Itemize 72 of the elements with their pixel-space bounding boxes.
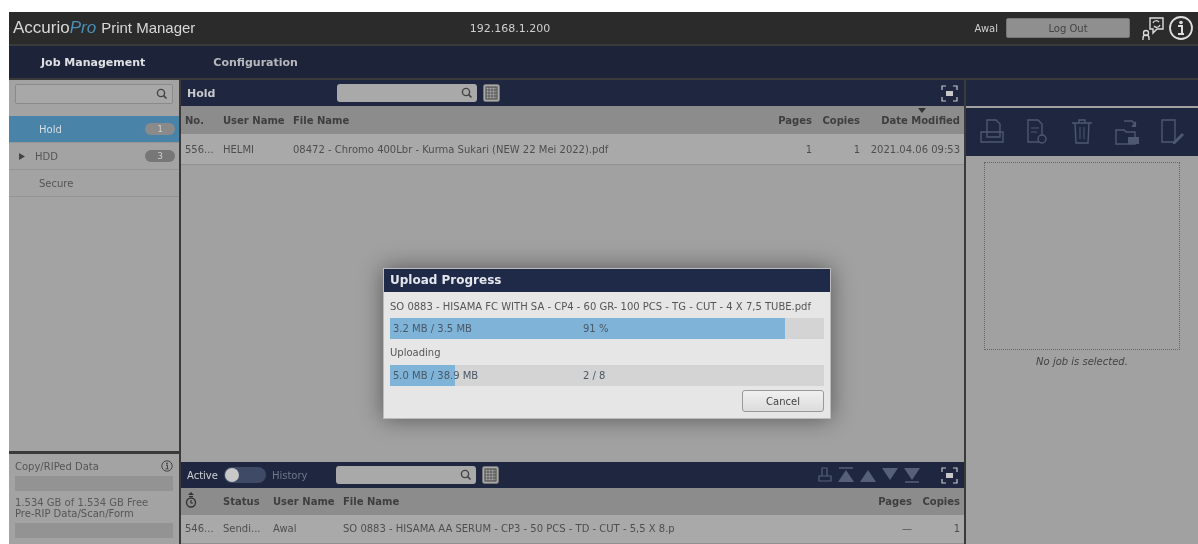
- table-cell: 546...: [185, 523, 215, 535]
- expand-arrow-icon[interactable]: [19, 152, 25, 160]
- sidebar-item[interactable]: HDD 3: [9, 143, 179, 170]
- progress-reading: 91 %: [583, 323, 609, 334]
- search-icon: [156, 88, 168, 100]
- folder-move-icon[interactable]: [1113, 118, 1140, 146]
- column-header[interactable]: No.: [185, 114, 215, 126]
- table-cell-text: Sendi...: [223, 523, 262, 535]
- status-text: Uploading: [390, 347, 442, 358]
- timer-sort-icon[interactable]: [185, 492, 197, 509]
- search-field[interactable]: [337, 84, 477, 102]
- column-header[interactable]: Copies: [920, 495, 960, 507]
- sidebar-item[interactable]: Secure: [9, 170, 179, 197]
- column-header[interactable]: File Name: [293, 114, 768, 126]
- search-field[interactable]: [15, 84, 173, 104]
- column-header[interactable]: Pages: [876, 495, 912, 507]
- calendar-icon[interactable]: [481, 466, 499, 484]
- table-cell-text: HELMI: [223, 143, 255, 155]
- logout-button[interactable]: Log Out: [1006, 18, 1130, 38]
- progress-reading: 2 / 8: [583, 370, 606, 381]
- empty-message: No job is selected.: [1035, 356, 1129, 367]
- mode-toggle[interactable]: [223, 467, 266, 483]
- print-icon[interactable]: [979, 118, 1006, 146]
- expand-icon[interactable]: [941, 466, 958, 484]
- chat-refresh-icon[interactable]: [1140, 15, 1166, 41]
- trash-icon[interactable]: [1069, 118, 1095, 146]
- table-cell-text: 1: [952, 523, 960, 535]
- move-to-top-icon[interactable]: [837, 467, 855, 483]
- table-cell-text: SO 0883 - HISAMA AA SERUM - CP3 - 50 PCS - TD - CUT - 5,5 X 8.p: [343, 523, 676, 535]
- storage-free-text: 1.534 GB of 1.534 GB Free: [15, 497, 150, 508]
- table-row[interactable]: 546... Sendi... Awal SO 0883 - HISAMA AA SERUM - CP3 - 50 PCS - TD - CUT - 5,5 X 8.p — 1: [181, 514, 964, 544]
- count-badge: 3: [145, 150, 175, 162]
- table-cell: 556...: [185, 143, 215, 155]
- move-to-bottom-icon[interactable]: [903, 467, 921, 483]
- column-header[interactable]: Date Modified: [868, 107, 960, 126]
- print-icon[interactable]: [817, 467, 833, 483]
- table-cell-text: Awal: [273, 523, 298, 535]
- dialog-title: Upload Progress: [384, 269, 830, 292]
- column-header[interactable]: Status: [223, 495, 265, 507]
- column-header[interactable]: User Name: [223, 114, 285, 126]
- edit-document-icon[interactable]: [1158, 118, 1185, 146]
- nav-tab[interactable]: Configuration: [181, 55, 334, 69]
- size-text: 3.2 MB / 3.5 MB: [393, 323, 473, 334]
- column-header[interactable]: Pages: [776, 114, 812, 126]
- search-icon: [459, 469, 472, 481]
- sidebar-item[interactable]: Hold 1: [9, 116, 179, 143]
- column-header[interactable]: File Name: [343, 495, 868, 507]
- cancel-button[interactable]: Cancel: [742, 390, 824, 412]
- expand-icon[interactable]: [941, 84, 958, 102]
- search-field[interactable]: [335, 466, 476, 484]
- search-icon: [461, 87, 473, 99]
- table-cell-text: 08472 - Chromo 400Lbr - Kurma Sukari (NEW 22 Mei 2022).pdf: [293, 143, 610, 155]
- table-cell-text: 2021.04.06 09:53: [869, 143, 960, 155]
- column-header[interactable]: Copies: [820, 114, 860, 126]
- app-logo: AccurioPro: [13, 18, 97, 38]
- mode-label[interactable]: Active: [187, 469, 218, 481]
- column-header[interactable]: User Name: [273, 495, 335, 507]
- app-name: Print Manager: [101, 19, 196, 36]
- calendar-icon[interactable]: [483, 84, 500, 102]
- file-name: SO 0883 - HISAMA FC WITH SA - CP4 - 60 GR- 100 PCS - TG - CUT - 4 X 7,5 TUBE.pdf: [390, 299, 813, 314]
- server-address: 192.168.1.200: [468, 21, 552, 35]
- storage-label: Copy/RIPed Data: [15, 460, 99, 472]
- table-row[interactable]: 556... HELMI 08472 - Chromo 400Lbr - Kurma Sukari (NEW 22 Mei 2022).pdf 1 1 2021.04.06 09:53: [181, 134, 964, 165]
- count-badge: 1: [145, 123, 175, 135]
- table-cell-text: —: [901, 523, 912, 535]
- panel-title: Hold: [187, 86, 217, 100]
- mode-label[interactable]: History: [271, 469, 308, 481]
- table-cell-text: 1: [852, 143, 860, 155]
- nav-tab[interactable]: Job Management: [9, 55, 182, 69]
- storage-label: Pre-RIP Data/Scan/Form: [15, 508, 134, 519]
- table-cell-text: 1: [804, 143, 812, 155]
- user-name: Awal: [974, 22, 998, 34]
